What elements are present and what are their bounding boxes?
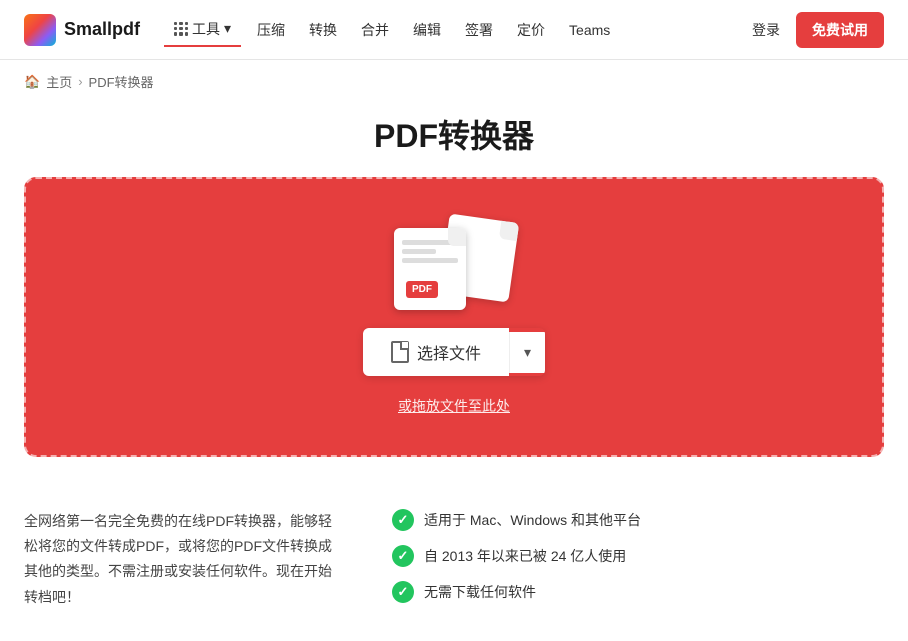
breadcrumb-separator: ›	[78, 74, 82, 89]
tools-menu-button[interactable]: 工具 ▾	[164, 13, 241, 47]
breadcrumb-home[interactable]: 主页	[46, 72, 72, 91]
check-icon-1: ✓	[392, 545, 414, 567]
info-features: ✓ 适用于 Mac、Windows 和其他平台 ✓ 自 2013 年以来已被 2…	[392, 509, 641, 603]
home-icon: 🏠	[24, 74, 40, 90]
pdf-line-2	[402, 249, 436, 254]
chevron-down-icon: ▾	[224, 20, 231, 37]
feature-label-1: 自 2013 年以来已被 24 亿人使用	[424, 546, 626, 566]
feature-label-2: 无需下载任何软件	[424, 582, 536, 602]
logo[interactable]: Smallpdf	[24, 14, 140, 46]
feature-item-1: ✓ 自 2013 年以来已被 24 亿人使用	[392, 545, 641, 567]
logo-icon	[24, 14, 56, 46]
pdf-lines	[394, 232, 466, 263]
file-dropdown-button[interactable]: ▾	[509, 332, 545, 373]
tools-label: 工具	[192, 19, 220, 39]
navbar: Smallpdf 工具 ▾ 压缩 转换 合并 编辑 签署 定价 Teams 登录…	[0, 0, 908, 60]
feature-label-0: 适用于 Mac、Windows 和其他平台	[424, 510, 641, 530]
info-section: 全网络第一名完全免费的在线PDF转换器，能够轻松将您的文件转成PDF，或将您的P…	[0, 481, 908, 634]
file-button-group: 选择文件 ▾	[363, 328, 545, 376]
drop-zone-wrapper: PDF 选择文件 ▾ 或拖放文件至此处	[0, 177, 908, 481]
logo-text: Smallpdf	[64, 19, 140, 40]
nav-link-edit[interactable]: 编辑	[401, 14, 453, 46]
nav-link-compress[interactable]: 压缩	[245, 14, 297, 46]
pdf-doc-main: PDF	[394, 228, 466, 310]
grid-icon	[174, 22, 188, 36]
login-button[interactable]: 登录	[736, 14, 796, 46]
nav-link-sign[interactable]: 签署	[453, 14, 505, 46]
trial-button[interactable]: 免费试用	[796, 12, 884, 48]
breadcrumb: 🏠 主页 › PDF转换器	[0, 60, 908, 103]
nav-link-pricing[interactable]: 定价	[505, 14, 557, 46]
info-description: 全网络第一名完全免费的在线PDF转换器，能够轻松将您的文件转成PDF，或将您的P…	[24, 509, 344, 610]
page-title: PDF转换器	[0, 111, 908, 157]
feature-item-0: ✓ 适用于 Mac、Windows 和其他平台	[392, 509, 641, 531]
check-icon-0: ✓	[392, 509, 414, 531]
breadcrumb-current: PDF转换器	[89, 72, 154, 91]
pdf-line-1	[402, 240, 458, 245]
pdf-line-3	[402, 258, 458, 263]
nav-link-merge[interactable]: 合并	[349, 14, 401, 46]
pdf-illustration: PDF	[394, 218, 514, 308]
feature-item-2: ✓ 无需下载任何软件	[392, 581, 641, 603]
dropdown-chevron-icon: ▾	[524, 344, 531, 360]
file-icon	[391, 341, 409, 363]
nav-link-convert[interactable]: 转换	[297, 14, 349, 46]
pdf-badge: PDF	[406, 281, 438, 298]
check-icon-2: ✓	[392, 581, 414, 603]
choose-file-label: 选择文件	[417, 340, 481, 364]
choose-file-button[interactable]: 选择文件	[363, 328, 509, 376]
drop-hint: 或拖放文件至此处	[398, 396, 510, 416]
nav-link-teams[interactable]: Teams	[557, 16, 622, 44]
drop-zone[interactable]: PDF 选择文件 ▾ 或拖放文件至此处	[24, 177, 884, 457]
